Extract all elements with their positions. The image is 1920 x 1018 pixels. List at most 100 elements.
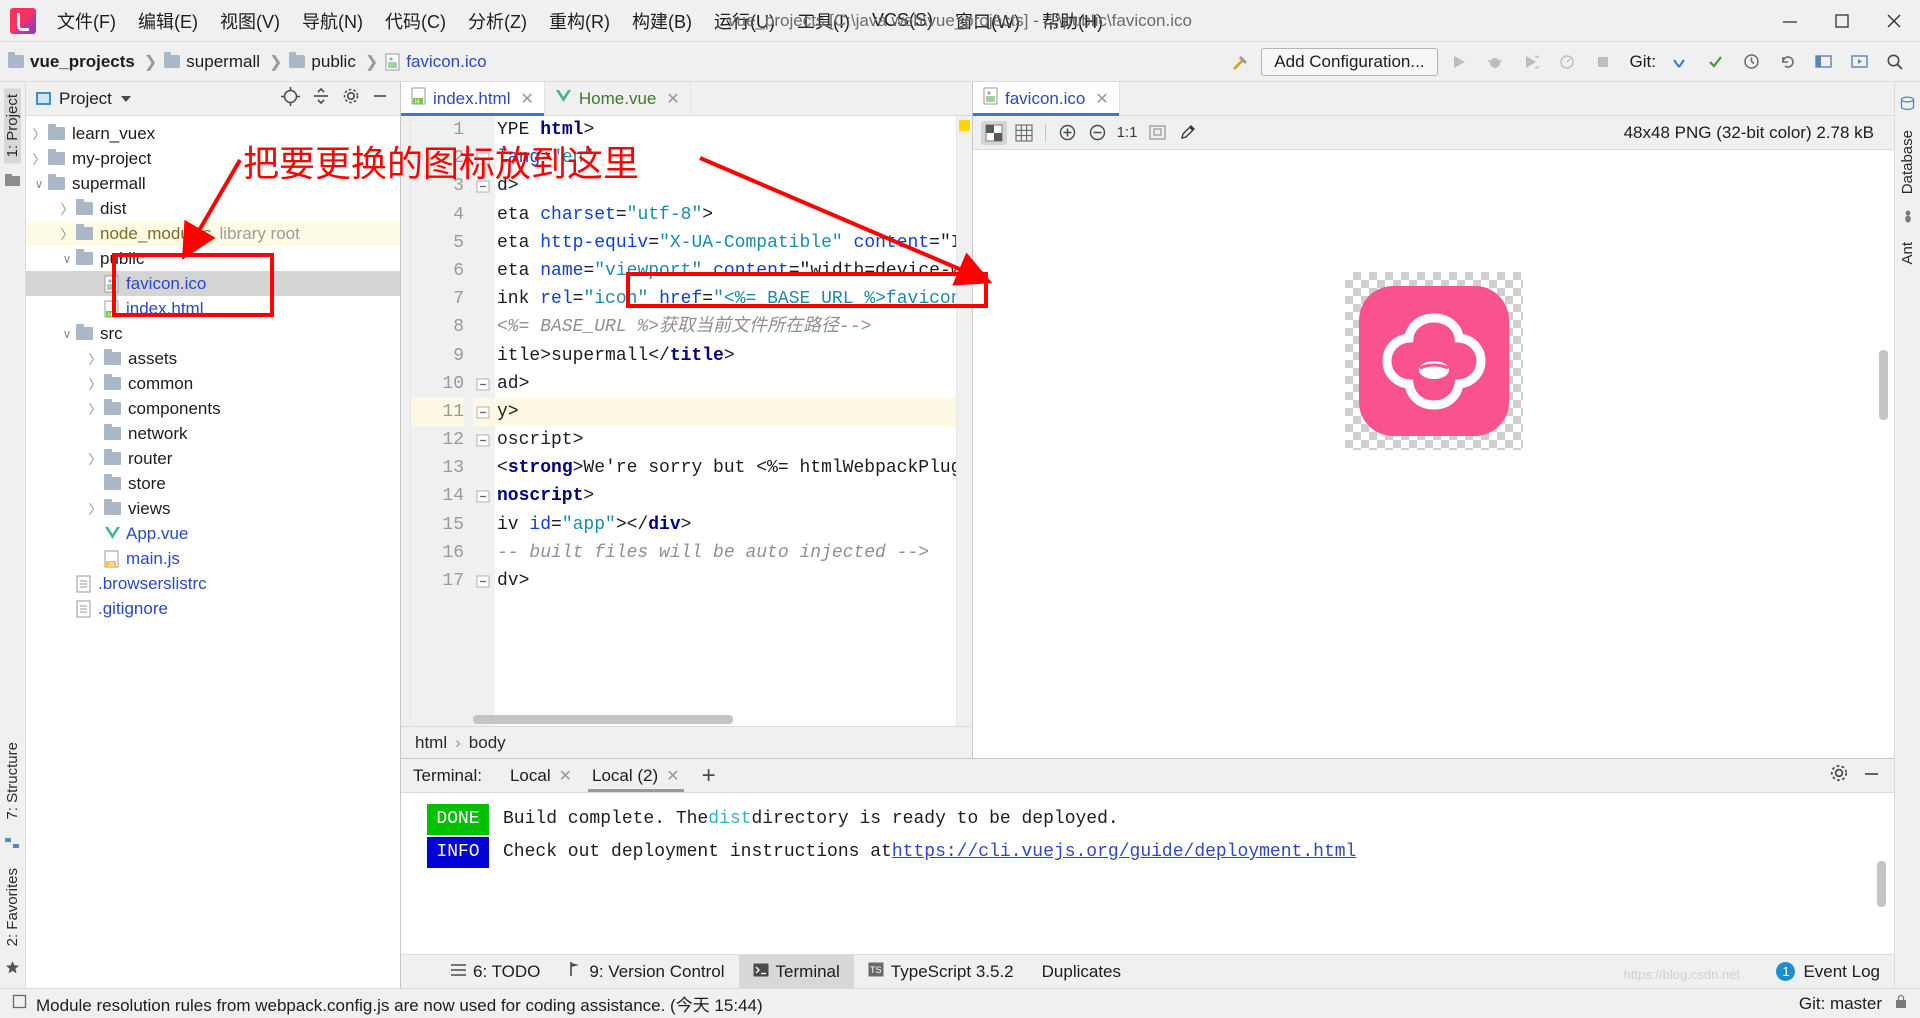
- terminal-scrollbar[interactable]: [1877, 861, 1886, 907]
- breadcrumb-item-favicon[interactable]: favicon.ico: [406, 52, 486, 72]
- run-icon[interactable]: [1444, 48, 1474, 76]
- menu-view[interactable]: 视图(V): [209, 4, 291, 38]
- code-line[interactable]: noscript>: [495, 482, 972, 510]
- run-with-coverage-icon[interactable]: [1516, 48, 1546, 76]
- settings-gear-icon[interactable]: [1829, 763, 1849, 788]
- tree-item-router[interactable]: router: [26, 446, 400, 471]
- breadcrumb-body[interactable]: body: [469, 733, 506, 753]
- code-line[interactable]: dv>: [495, 567, 972, 595]
- hide-panel-icon[interactable]: [372, 88, 388, 109]
- error-marker-column[interactable]: [956, 116, 972, 726]
- code-line[interactable]: eta charset="utf-8">: [495, 201, 972, 229]
- tab-home-vue[interactable]: Home.vue ✕: [545, 82, 691, 115]
- actual-size-icon[interactable]: 1:1: [1114, 121, 1140, 145]
- tree-item-node-modules[interactable]: node_modules library root: [26, 221, 400, 246]
- chevron-right-icon[interactable]: [30, 124, 48, 143]
- tab-index-html[interactable]: H index.html ✕: [401, 82, 545, 116]
- fold-marker-icon[interactable]: [473, 370, 495, 398]
- fold-marker-icon[interactable]: [473, 397, 495, 427]
- chevron-right-icon[interactable]: [86, 499, 104, 518]
- menu-edit[interactable]: 编辑(E): [127, 4, 209, 38]
- image-canvas[interactable]: [973, 150, 1894, 758]
- menu-refactor[interactable]: 重构(R): [538, 4, 621, 38]
- code-line[interactable]: eta http-equiv="X-UA-Compatible" content…: [495, 229, 972, 257]
- breadcrumb-item-project[interactable]: vue_projects: [30, 52, 135, 72]
- fold-marker-icon[interactable]: [473, 567, 495, 595]
- rollback-icon[interactable]: [1772, 48, 1802, 76]
- horizontal-scrollbar[interactable]: [473, 715, 733, 724]
- tool-window-duplicates[interactable]: Duplicates: [1028, 955, 1135, 988]
- tree-item--browserslistrc[interactable]: .browserslistrc: [26, 571, 400, 596]
- update-project-icon[interactable]: [1664, 48, 1694, 76]
- close-icon[interactable]: ✕: [666, 766, 679, 786]
- lock-icon[interactable]: [1894, 994, 1908, 1014]
- zoom-out-icon[interactable]: [1084, 121, 1110, 145]
- sidebar-item-ant[interactable]: Ant: [1899, 236, 1916, 271]
- tree-item-assets[interactable]: assets: [26, 346, 400, 371]
- tree-item-public[interactable]: public: [26, 246, 400, 271]
- menu-build[interactable]: 构建(B): [621, 4, 703, 38]
- terminal-output[interactable]: DONE Build complete. The dist directory …: [401, 793, 1894, 954]
- tree-item-dist[interactable]: dist: [26, 196, 400, 221]
- breadcrumb-item-public[interactable]: public: [311, 52, 355, 72]
- chevron-right-icon[interactable]: [86, 449, 104, 468]
- tree-item-components[interactable]: components: [26, 396, 400, 421]
- git-branch-label[interactable]: Git: master: [1799, 994, 1882, 1014]
- event-log-label[interactable]: Event Log: [1803, 962, 1880, 982]
- source-code[interactable]: YPE html> lang="en" d> eta charset="utf-8">…: [495, 116, 972, 726]
- stop-icon[interactable]: [1588, 48, 1618, 76]
- chevron-right-icon[interactable]: [58, 224, 76, 243]
- pixel-grid-icon[interactable]: [1011, 121, 1037, 145]
- tree-item-favicon-ico[interactable]: favicon.ico: [26, 271, 400, 296]
- menu-navigate[interactable]: 导航(N): [291, 4, 374, 38]
- collapse-all-icon[interactable]: [312, 87, 330, 110]
- code-line[interactable]: eta name="viewport" content="width=devic…: [495, 257, 972, 285]
- code-area[interactable]: 1 2 3 4 5 6 7 8 9 10 11 12 13 14 15 16 17 YPE html> lang=…: [401, 116, 972, 726]
- code-line[interactable]: itle>supermall</title>: [495, 342, 972, 370]
- chevron-right-icon[interactable]: [30, 149, 48, 168]
- sidebar-item-project[interactable]: 1: Project: [4, 88, 21, 164]
- project-tree[interactable]: learn_vuex my-project supermall dist node_mo…: [26, 116, 400, 988]
- commit-checkmark-icon[interactable]: [1700, 48, 1730, 76]
- code-line[interactable]: iv id="app"></div>: [495, 511, 972, 539]
- tree-item-network[interactable]: network: [26, 421, 400, 446]
- search-icon[interactable]: [1880, 48, 1910, 76]
- tree-item-common[interactable]: common: [26, 371, 400, 396]
- code-line[interactable]: ad>: [495, 370, 972, 398]
- sidebar-item-database[interactable]: Database: [1899, 124, 1916, 200]
- chevron-right-icon[interactable]: [58, 199, 76, 218]
- tool-window-version-control[interactable]: 9: Version Control: [554, 955, 738, 988]
- zoom-in-icon[interactable]: [1054, 121, 1080, 145]
- tree-item-main-js[interactable]: JS main.js: [26, 546, 400, 571]
- maximize-icon[interactable]: [1816, 0, 1868, 41]
- terminal-tab-local[interactable]: Local ✕: [500, 761, 582, 791]
- close-icon[interactable]: [1868, 0, 1920, 41]
- sidebar-item-favorites[interactable]: 2: Favorites: [4, 862, 21, 952]
- code-folding-gutter[interactable]: [473, 116, 495, 726]
- close-icon[interactable]: ✕: [520, 89, 533, 109]
- fit-to-window-icon[interactable]: [1144, 121, 1170, 145]
- code-line[interactable]: <strong>We're sorry but <%= htmlWebpackP…: [495, 454, 972, 482]
- close-icon[interactable]: ✕: [1095, 89, 1108, 109]
- code-line[interactable]: oscript>: [495, 426, 972, 454]
- code-line[interactable]: y>: [495, 397, 972, 427]
- tool-window-todo[interactable]: 6: TODO: [437, 955, 554, 988]
- tree-item-app-vue[interactable]: App.vue: [26, 521, 400, 546]
- breadcrumb-html[interactable]: html: [415, 733, 447, 753]
- terminal-tab-local-2[interactable]: Local (2) ✕: [582, 761, 690, 792]
- chevron-down-icon[interactable]: [30, 177, 48, 191]
- tree-item-index-html[interactable]: Hindex.html: [26, 296, 400, 321]
- close-icon[interactable]: ✕: [666, 89, 679, 109]
- tree-item-views[interactable]: views: [26, 496, 400, 521]
- tool-window-typescript[interactable]: TS TypeScript 3.5.2: [854, 955, 1028, 988]
- transparency-grid-icon[interactable]: [981, 120, 1007, 145]
- sidebar-item-structure[interactable]: 7: Structure: [4, 736, 21, 826]
- close-icon[interactable]: ✕: [559, 766, 572, 786]
- chevron-right-icon[interactable]: [86, 399, 104, 418]
- breadcrumb-item-supermall[interactable]: supermall: [186, 52, 260, 72]
- tree-item-src[interactable]: src: [26, 321, 400, 346]
- chevron-right-icon[interactable]: [86, 349, 104, 368]
- chevron-down-icon[interactable]: [58, 327, 76, 341]
- locate-target-icon[interactable]: [281, 86, 300, 111]
- fold-marker-icon[interactable]: [473, 482, 495, 510]
